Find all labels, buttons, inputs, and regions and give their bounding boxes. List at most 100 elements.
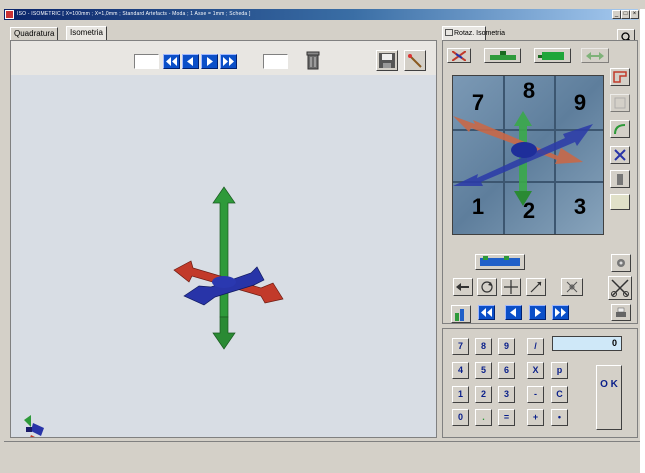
key-0[interactable]: 0 xyxy=(452,409,469,426)
key-4[interactable]: 4 xyxy=(452,362,469,379)
rotation-tab-header: Rotaz. Isometria xyxy=(442,26,630,40)
view-side-button[interactable] xyxy=(484,48,521,63)
isometry-panel xyxy=(10,40,437,448)
print-button[interactable] xyxy=(611,304,631,321)
settings-button[interactable] xyxy=(611,254,631,272)
key-multiply[interactable]: X xyxy=(527,362,544,379)
move-button[interactable] xyxy=(501,278,521,296)
curve-icon xyxy=(614,124,626,135)
key-clear[interactable]: C xyxy=(551,386,568,403)
side-button-5[interactable] xyxy=(610,170,630,188)
window-edge xyxy=(640,9,645,473)
fast-forward-button[interactable] xyxy=(220,54,237,69)
key-equals[interactable]: = xyxy=(498,409,515,426)
rewind-button[interactable] xyxy=(163,54,180,69)
shape-red-icon xyxy=(613,71,627,83)
key-p[interactable]: p xyxy=(551,362,568,379)
scissors-icon xyxy=(611,279,629,297)
frame-end-field[interactable] xyxy=(263,54,288,69)
step-back-icon xyxy=(187,57,193,66)
side-button-6[interactable] xyxy=(610,194,630,210)
3d-viewport[interactable] xyxy=(11,75,436,448)
minimize-button[interactable]: _ xyxy=(612,10,621,19)
gear-icon xyxy=(617,259,625,267)
cross-icon xyxy=(614,149,626,161)
key-3[interactable]: 3 xyxy=(498,386,515,403)
view-front-button[interactable] xyxy=(534,48,571,63)
tab-quadratura[interactable]: Quadratura xyxy=(10,27,59,40)
view-cross-button[interactable] xyxy=(447,48,471,63)
ok-button[interactable]: O K xyxy=(596,365,622,430)
key-plus[interactable]: + xyxy=(527,409,544,426)
rewind-icon xyxy=(481,308,492,317)
tab-rotaz-isometria[interactable]: Rotaz. Isometria xyxy=(442,26,505,40)
key-5[interactable]: 5 xyxy=(475,362,492,379)
side-button-2[interactable] xyxy=(610,94,630,112)
key-bullet[interactable]: • xyxy=(551,409,568,426)
y-axis-up-arrow xyxy=(212,186,236,318)
step-back-button[interactable] xyxy=(182,54,199,69)
step-forward-icon xyxy=(535,308,541,317)
key-1[interactable]: 1 xyxy=(452,386,469,403)
scale-button[interactable] xyxy=(526,278,546,296)
key-decimal[interactable]: . xyxy=(475,409,492,426)
status-bar xyxy=(4,441,640,469)
rotation-cube[interactable]: 7 8 9 1 2 3 xyxy=(452,75,604,235)
cube-fast-forward-button[interactable] xyxy=(552,305,569,320)
side-button-4[interactable] xyxy=(610,146,630,164)
cross-arrows-icon xyxy=(452,50,466,61)
key-7[interactable]: 7 xyxy=(452,338,469,355)
axis-gizmo xyxy=(24,186,284,448)
window-title: ISO - ISOMETRIC [ X=100mm ; X=1,0mm ; St… xyxy=(17,11,251,17)
bottle-icon xyxy=(617,174,623,185)
key-8[interactable]: 8 xyxy=(475,338,492,355)
step-back-icon xyxy=(510,308,516,317)
key-minus[interactable]: - xyxy=(527,386,544,403)
crosshair-icon xyxy=(566,281,578,293)
corner-axis-gizmo xyxy=(24,415,44,448)
save-button[interactable] xyxy=(376,50,398,71)
key-6[interactable]: 6 xyxy=(498,362,515,379)
key-9[interactable]: 9 xyxy=(498,338,515,355)
wand-button[interactable] xyxy=(404,50,426,71)
chart-button[interactable] xyxy=(451,305,471,323)
arrow-left-icon xyxy=(456,283,469,291)
cube-step-back-button[interactable] xyxy=(505,305,522,320)
double-arrow-icon xyxy=(586,51,604,60)
side-button-1[interactable] xyxy=(610,68,630,86)
cube-rewind-button[interactable] xyxy=(478,305,495,320)
side-button-3[interactable] xyxy=(610,120,630,138)
scale-icon xyxy=(530,281,542,293)
fast-forward-icon xyxy=(223,57,234,66)
move-icon xyxy=(504,280,518,294)
trash-button[interactable] xyxy=(303,49,323,71)
key-2[interactable]: 2 xyxy=(475,386,492,403)
frame-start-field[interactable] xyxy=(134,54,159,69)
axis-center-disc xyxy=(212,276,236,288)
key-divide[interactable]: / xyxy=(527,338,544,355)
wand-icon xyxy=(408,53,422,68)
scissors-button[interactable] xyxy=(608,276,632,300)
rotate-button[interactable] xyxy=(477,278,497,296)
tab-icon xyxy=(445,29,453,37)
trash-icon xyxy=(306,51,320,70)
chart-icon xyxy=(455,309,464,321)
y-axis-down-arrow xyxy=(212,316,236,350)
align-button[interactable] xyxy=(475,254,525,270)
undo-button[interactable] xyxy=(453,278,473,296)
tab-isometria[interactable]: Isometria xyxy=(66,26,107,40)
cube-axis-icon xyxy=(453,111,593,206)
step-forward-icon xyxy=(207,57,213,66)
save-icon xyxy=(379,53,395,68)
maximize-button[interactable]: □ xyxy=(621,10,630,19)
side-view-icon xyxy=(489,50,516,60)
rewind-icon xyxy=(166,57,177,66)
cube-step-forward-button[interactable] xyxy=(529,305,546,320)
front-view-icon xyxy=(537,51,564,60)
view-arrows-button[interactable] xyxy=(581,48,609,63)
reset-button[interactable] xyxy=(561,278,583,296)
step-forward-button[interactable] xyxy=(201,54,218,69)
shape-outline-icon xyxy=(614,97,626,109)
rotate-icon xyxy=(481,281,493,293)
close-button[interactable]: × xyxy=(630,10,639,19)
